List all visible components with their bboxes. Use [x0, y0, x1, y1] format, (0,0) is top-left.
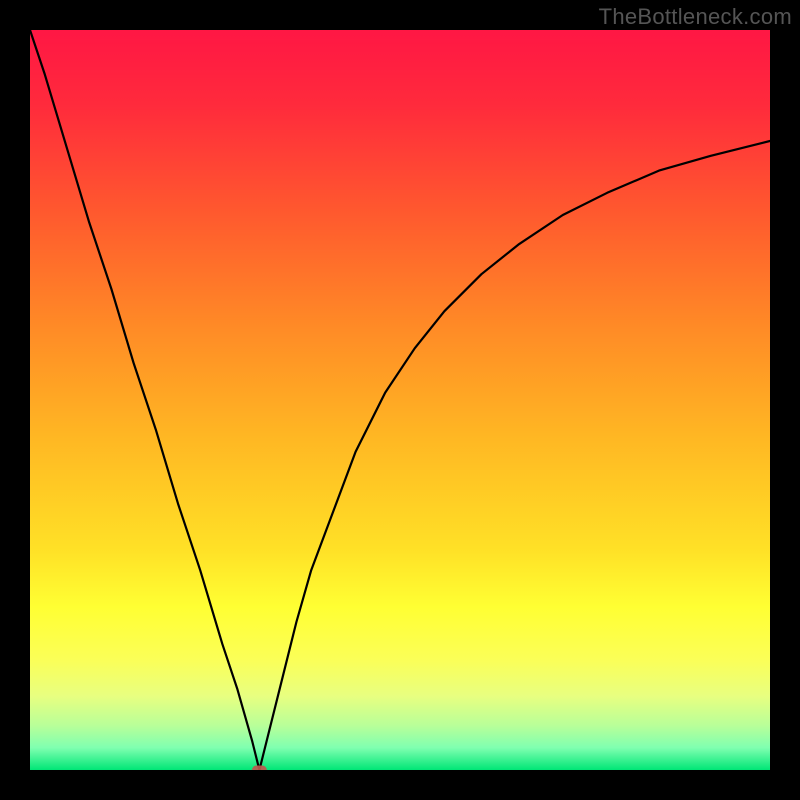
watermark-text: TheBottleneck.com — [599, 4, 792, 30]
chart-frame: TheBottleneck.com — [0, 0, 800, 800]
marker-layer — [252, 766, 267, 770]
gradient-background — [30, 30, 770, 770]
chart-plot-area — [30, 30, 770, 770]
vertex-marker — [252, 766, 267, 770]
